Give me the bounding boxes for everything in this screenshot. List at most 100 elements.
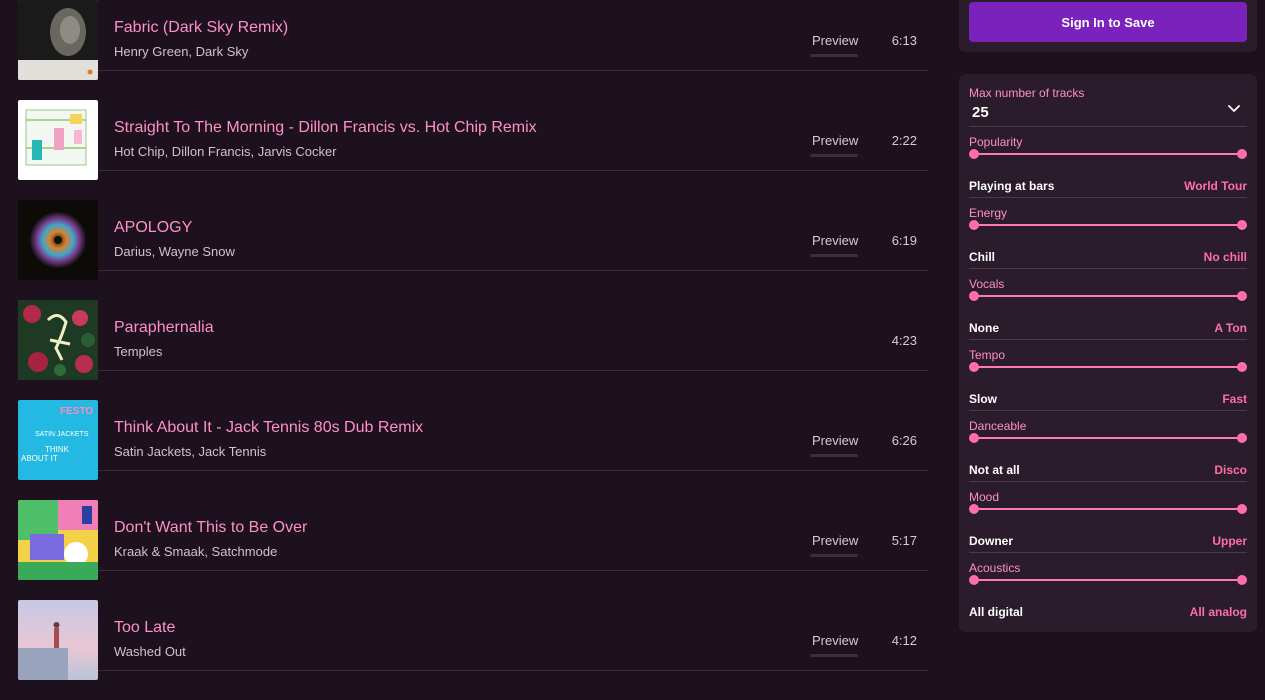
slider-min-label: Slow	[969, 392, 998, 406]
preview-button[interactable]: Preview	[812, 133, 858, 148]
album-art	[18, 500, 98, 580]
track-info: Too Late Washed Out Preview 4:12	[98, 600, 928, 671]
track-row[interactable]: Paraphernalia Temples 4:23	[18, 300, 928, 400]
track-duration: 4:12	[891, 633, 917, 648]
divider	[969, 339, 1247, 340]
track-list: Fabric (Dark Sky Remix) Henry Green, Dar…	[18, 0, 928, 700]
track-duration: 4:23	[891, 333, 917, 348]
slider-energy[interactable]: Energy Chill No chill	[969, 206, 1247, 277]
slider-label: Mood	[969, 490, 1000, 504]
slider-min-handle[interactable]	[969, 362, 979, 372]
track-artists: Satin Jackets, Jack Tennis	[114, 444, 267, 459]
track-row[interactable]: Don't Want This to Be Over Kraak & Smaak…	[18, 500, 928, 600]
track-artists: Temples	[114, 344, 163, 359]
track-title[interactable]: Paraphernalia	[114, 319, 214, 337]
slider-max-handle[interactable]	[1237, 149, 1247, 159]
track-info: Fabric (Dark Sky Remix) Henry Green, Dar…	[98, 0, 928, 71]
slider-mood[interactable]: Mood Downer Upper	[969, 490, 1247, 561]
slider-max-label: Disco	[1214, 463, 1247, 477]
slider-max-handle[interactable]	[1237, 575, 1247, 585]
slider-track[interactable]	[973, 508, 1243, 510]
track-title[interactable]: Too Late	[114, 619, 175, 637]
album-art	[18, 200, 98, 280]
track-title[interactable]: Straight To The Morning - Dillon Francis…	[114, 119, 537, 137]
slider-label: Popularity	[969, 135, 1023, 149]
slider-min-handle[interactable]	[969, 575, 979, 585]
slider-label: Tempo	[969, 348, 1006, 362]
cover-text: THINK	[45, 445, 70, 454]
track-info: APOLOGY Darius, Wayne Snow Preview 6:19	[98, 200, 928, 271]
track-row[interactable]: FESTO SATIN JACKETS THINK ABOUT IT Think…	[18, 400, 928, 500]
slider-danceable[interactable]: Danceable Not at all Disco	[969, 419, 1247, 490]
sign-in-button[interactable]: Sign In to Save	[969, 2, 1247, 42]
track-title[interactable]: APOLOGY	[114, 219, 192, 237]
album-art	[18, 0, 98, 80]
slider-max-handle[interactable]	[1237, 220, 1247, 230]
track-info: Paraphernalia Temples 4:23	[98, 300, 928, 371]
preview-button[interactable]: Preview	[812, 433, 858, 448]
slider-max-label: All analog	[1189, 605, 1247, 619]
track-row[interactable]: Straight To The Morning - Dillon Francis…	[18, 100, 928, 200]
slider-track[interactable]	[973, 366, 1243, 368]
slider-max-handle[interactable]	[1237, 504, 1247, 514]
slider-popularity[interactable]: Popularity Playing at bars World Tour	[969, 135, 1247, 206]
slider-min-label: None	[969, 321, 999, 335]
slider-min-handle[interactable]	[969, 504, 979, 514]
track-info: Straight To The Morning - Dillon Francis…	[98, 100, 928, 171]
album-art	[18, 600, 98, 680]
slider-max-handle[interactable]	[1237, 433, 1247, 443]
slider-label: Danceable	[969, 419, 1027, 433]
slider-tempo[interactable]: Tempo Slow Fast	[969, 348, 1247, 419]
preview-progress-bar	[810, 554, 858, 557]
chevron-down-icon[interactable]	[1227, 104, 1241, 114]
track-duration: 6:13	[891, 33, 917, 48]
cover-text: SATIN JACKETS	[35, 431, 89, 438]
track-title[interactable]: Don't Want This to Be Over	[114, 519, 307, 537]
divider	[969, 268, 1247, 269]
track-row[interactable]: Too Late Washed Out Preview 4:12	[18, 600, 928, 700]
album-art	[18, 100, 98, 180]
album-art: FESTO SATIN JACKETS THINK ABOUT IT	[18, 400, 98, 480]
track-title[interactable]: Fabric (Dark Sky Remix)	[114, 19, 288, 37]
track-info: Think About It - Jack Tennis 80s Dub Rem…	[98, 400, 928, 471]
track-row[interactable]: APOLOGY Darius, Wayne Snow Preview 6:19	[18, 200, 928, 300]
preview-button[interactable]: Preview	[812, 633, 858, 648]
slider-acoustics[interactable]: Acoustics All digital All analog	[969, 561, 1247, 632]
track-duration: 6:26	[891, 433, 917, 448]
slider-min-handle[interactable]	[969, 433, 979, 443]
slider-min-handle[interactable]	[969, 220, 979, 230]
track-artists: Darius, Wayne Snow	[114, 244, 235, 259]
slider-label: Vocals	[969, 277, 1005, 291]
track-artists: Kraak & Smaak, Satchmode	[114, 544, 278, 559]
slider-min-handle[interactable]	[969, 291, 979, 301]
preview-button[interactable]: Preview	[812, 33, 858, 48]
max-tracks-select[interactable]: Max number of tracks 25	[969, 84, 1247, 127]
slider-max-label: Fast	[1222, 392, 1247, 406]
slider-vocals[interactable]: Vocals None A Ton	[969, 277, 1247, 348]
slider-track[interactable]	[973, 153, 1243, 155]
slider-min-handle[interactable]	[969, 149, 979, 159]
preview-progress-bar	[810, 154, 858, 157]
slider-max-label: World Tour	[1184, 179, 1247, 193]
slider-max-handle[interactable]	[1237, 291, 1247, 301]
preview-button[interactable]: Preview	[812, 533, 858, 548]
track-title[interactable]: Think About It - Jack Tennis 80s Dub Rem…	[114, 419, 423, 437]
track-row[interactable]: Fabric (Dark Sky Remix) Henry Green, Dar…	[18, 0, 928, 100]
preview-progress-bar	[810, 454, 858, 457]
slider-min-label: Not at all	[969, 463, 1020, 477]
slider-max-handle[interactable]	[1237, 362, 1247, 372]
slider-track[interactable]	[973, 224, 1243, 226]
divider	[969, 197, 1247, 198]
slider-track[interactable]	[973, 295, 1243, 297]
filters-card: Max number of tracks 25 Popularity Playi…	[959, 74, 1257, 632]
slider-track[interactable]	[973, 579, 1243, 581]
slider-track[interactable]	[973, 437, 1243, 439]
track-duration: 2:22	[891, 133, 917, 148]
max-tracks-label: Max number of tracks	[969, 86, 1085, 100]
preview-button[interactable]: Preview	[812, 233, 858, 248]
preview-progress-bar	[810, 54, 858, 57]
max-tracks-value: 25	[972, 104, 989, 121]
slider-label: Acoustics	[969, 561, 1021, 575]
slider-min-label: All digital	[969, 605, 1023, 619]
slider-min-label: Downer	[969, 534, 1014, 548]
